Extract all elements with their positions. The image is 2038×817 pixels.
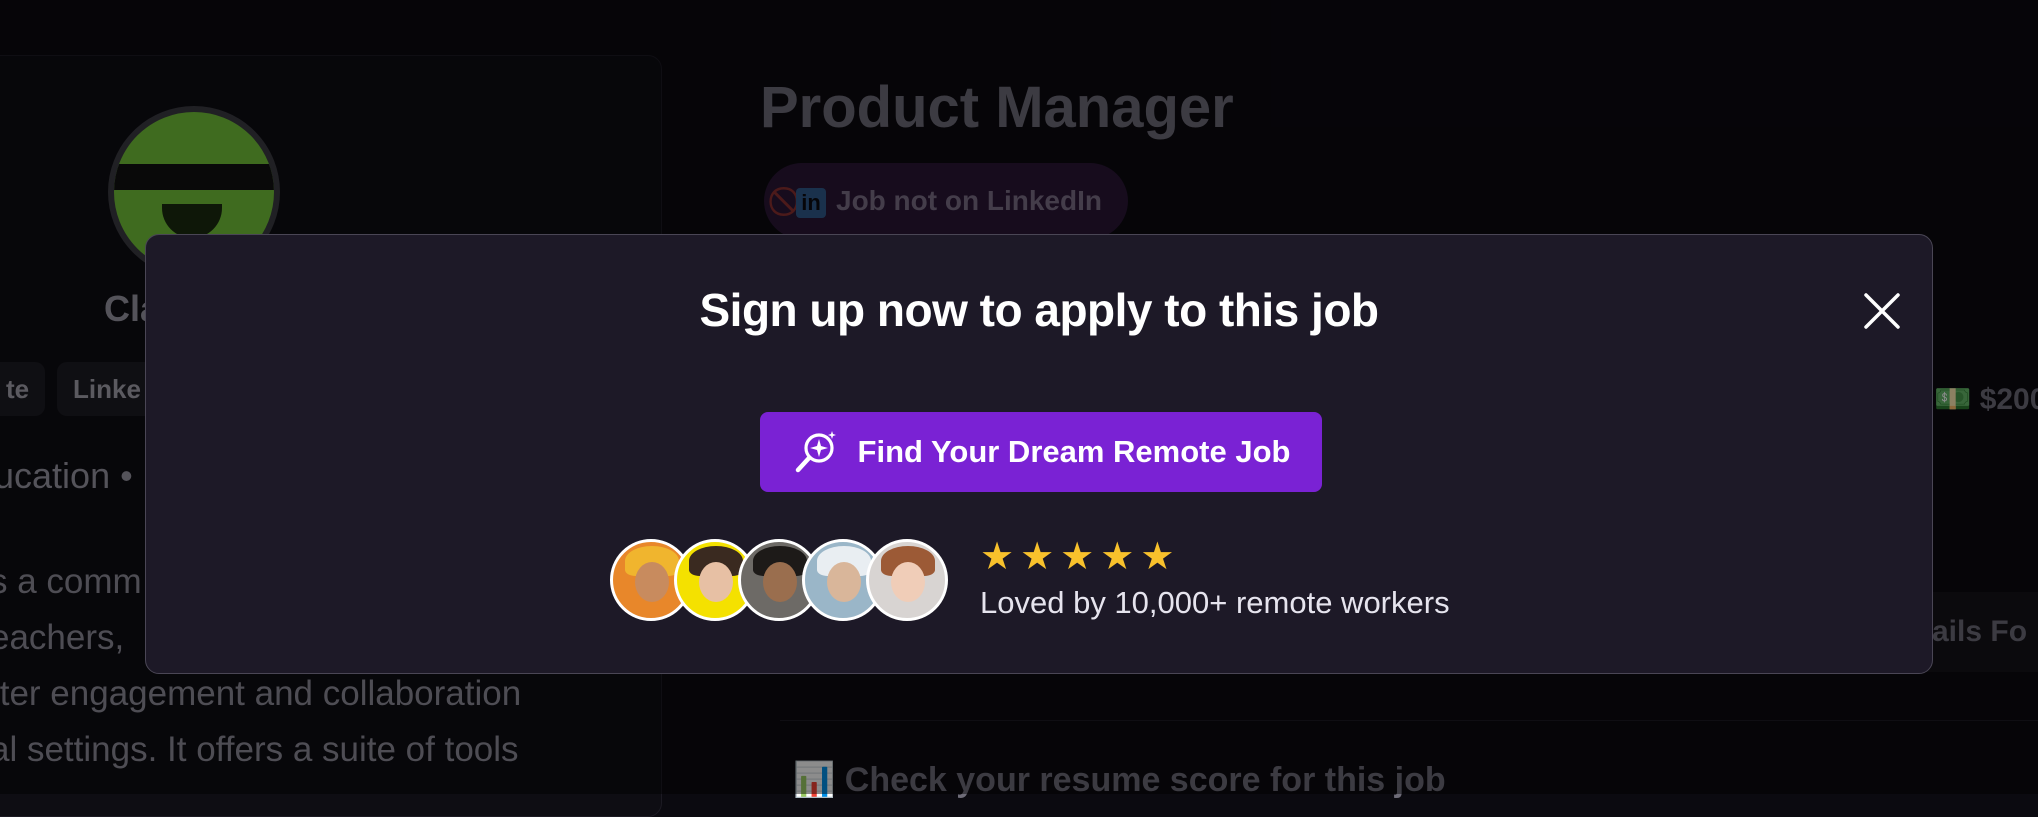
modal-title: Sign up now to apply to this job [699,284,1379,336]
star-rating: ★ ★ ★ ★ ★ [980,537,1450,577]
signup-modal: Sign up now to apply to this job Find Yo… [145,234,1933,674]
user-avatars [610,539,950,621]
star-icon: ★ [1060,536,1095,578]
star-icon: ★ [980,536,1015,578]
avatar [866,539,948,621]
close-icon [1864,293,1900,329]
star-icon: ★ [1020,536,1055,578]
star-icon: ★ [1100,536,1135,578]
star-icon: ★ [1140,536,1175,578]
magnifier-sparkle-icon [795,431,836,473]
close-button[interactable] [1858,287,1906,335]
social-proof-text: Loved by 10,000+ remote workers [980,585,1450,620]
rating-block: ★ ★ ★ ★ ★ Loved by 10,000+ remote worker… [980,537,1450,621]
cta-label: Find Your Dream Remote Job [857,434,1291,469]
find-remote-job-button[interactable]: Find Your Dream Remote Job [760,412,1322,492]
